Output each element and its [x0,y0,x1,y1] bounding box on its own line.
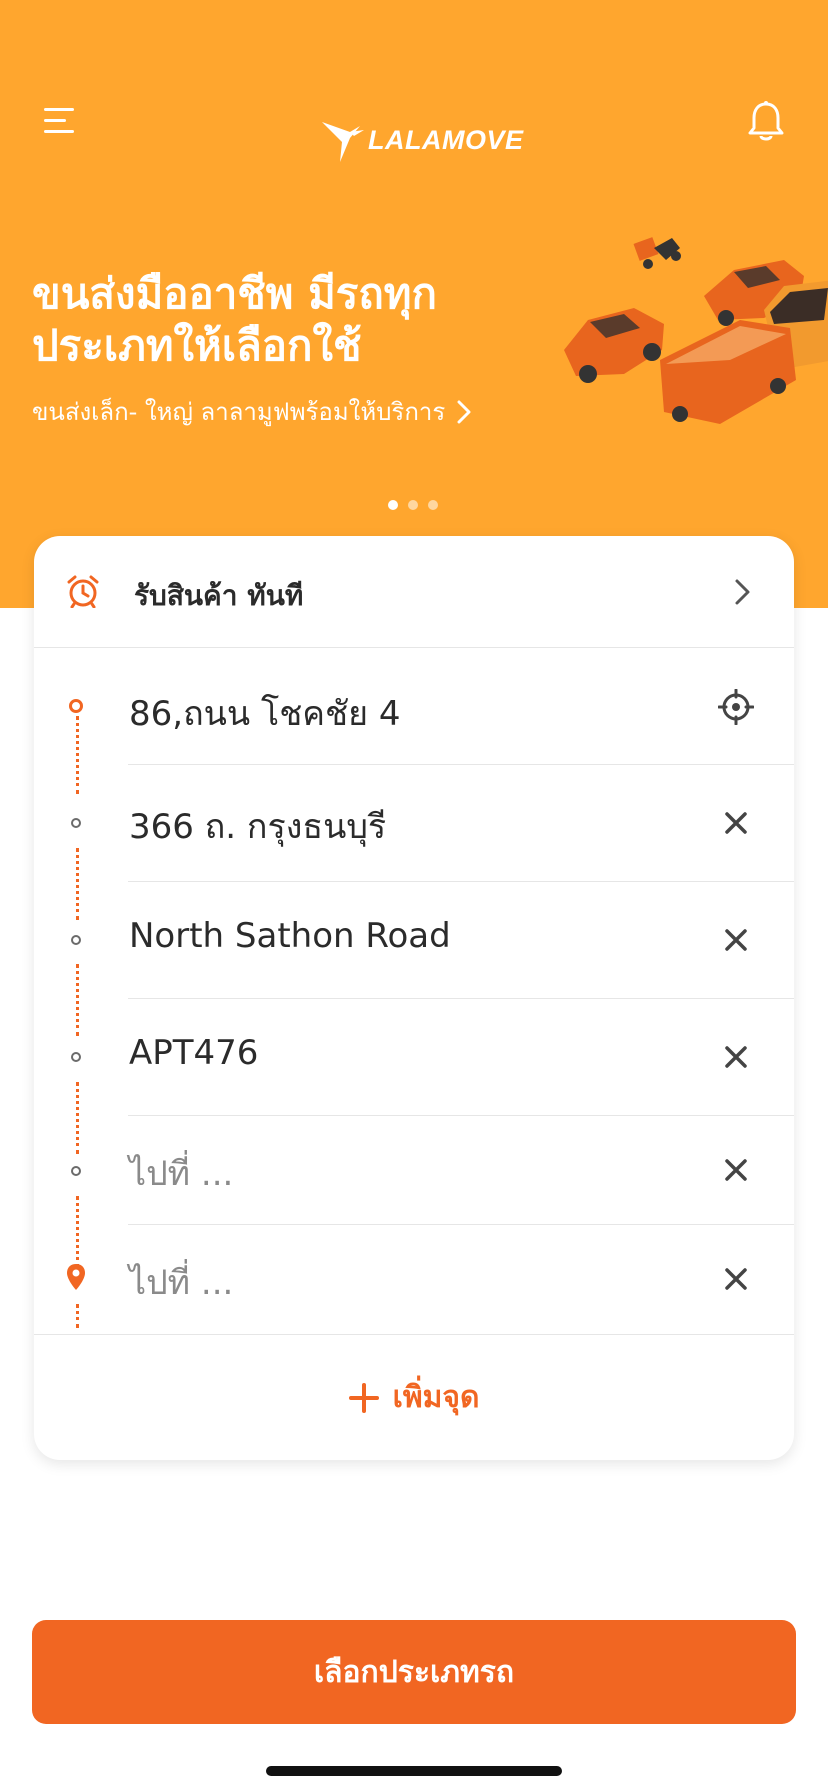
order-card: รับสินค้า ทันที 86,ถนน โชคชัย 4 366 ถ. ก… [34,536,794,1460]
pickup-stop-row[interactable]: 86,ถนน โชคชัย 4 [34,648,794,765]
dropoff-stop-row[interactable]: North Sathon Road [34,882,794,999]
carousel-dot-1[interactable] [388,500,398,510]
stop-address[interactable]: APT476 [129,1033,258,1073]
bell-icon[interactable] [746,100,786,144]
close-icon[interactable] [718,1261,754,1297]
banner-title: ขนส่งมืออาชีพ มีรถทุก ประเภทให้เลือกใช้ [32,268,502,372]
stop-address[interactable]: 86,ถนน โชคชัย 4 [129,686,400,740]
dropoff-stop-row[interactable]: APT476 [34,999,794,1116]
close-icon[interactable] [718,922,754,958]
banner-title-line-1: ขนส่งมืออาชีพ มีรถทุก [32,269,437,318]
carousel-dot-2[interactable] [408,500,418,510]
vehicles-illustration [564,237,828,424]
select-vehicle-button[interactable]: เลือกประเภทรถ [32,1620,796,1724]
alarm-clock-icon [67,575,99,608]
waypoint-node-icon [71,818,81,828]
waypoint-node-icon [71,1166,81,1176]
carousel-pagination[interactable] [388,500,438,510]
pickup-time-row[interactable]: รับสินค้า ทันที [34,536,794,648]
plus-icon [348,1382,379,1413]
chevron-right-icon [735,579,750,605]
hamburger-menu-icon[interactable] [44,106,78,136]
carousel-dot-3[interactable] [428,500,438,510]
pickup-time-label: รับสินค้า ทันที [134,579,304,612]
close-icon[interactable] [718,805,754,841]
chevron-right-icon [457,400,471,423]
stop-address[interactable]: 366 ถ. กรุงธนบุรี [129,799,386,853]
close-icon[interactable] [718,1039,754,1075]
dropoff-stop-row[interactable]: ไปที่ ... [34,1116,794,1225]
stop-placeholder[interactable]: ไปที่ ... [129,1146,233,1200]
waypoint-node-icon [71,1052,81,1062]
hero-banner: LALAMOVE ขนส่งมืออาชีพ มีรถทุก ประเภทให้… [0,0,828,608]
locate-crosshair-icon[interactable] [718,689,754,725]
stop-address[interactable]: North Sathon Road [129,916,451,956]
pickup-node-icon [69,699,83,713]
banner-title-line-2: ประเภทให้เลือกใช้ [32,321,362,370]
lalamove-logo: LALAMOVE [320,112,524,168]
hummingbird-logo-icon [322,122,364,162]
final-dropoff-stop-row[interactable]: ไปที่ ... [34,1225,794,1334]
stop-placeholder[interactable]: ไปที่ ... [129,1255,233,1309]
location-pin-icon [67,1264,85,1290]
close-icon[interactable] [718,1152,754,1188]
home-indicator [266,1766,562,1776]
banner-subtitle-link[interactable]: ขนส่งเล็ก- ใหญ่ ลาลามูฟพร้อมให้บริการ [32,392,471,431]
banner-subtitle: ขนส่งเล็ก- ใหญ่ ลาลามูฟพร้อมให้บริการ [32,398,446,426]
logo-text: LALAMOVE [368,124,524,155]
add-stop-label: เพิ่มจุด [392,1380,480,1415]
waypoint-node-icon [71,935,81,945]
add-stop-button[interactable]: เพิ่มจุด [34,1334,794,1460]
dropoff-stop-row[interactable]: 366 ถ. กรุงธนบุรี [34,765,794,882]
